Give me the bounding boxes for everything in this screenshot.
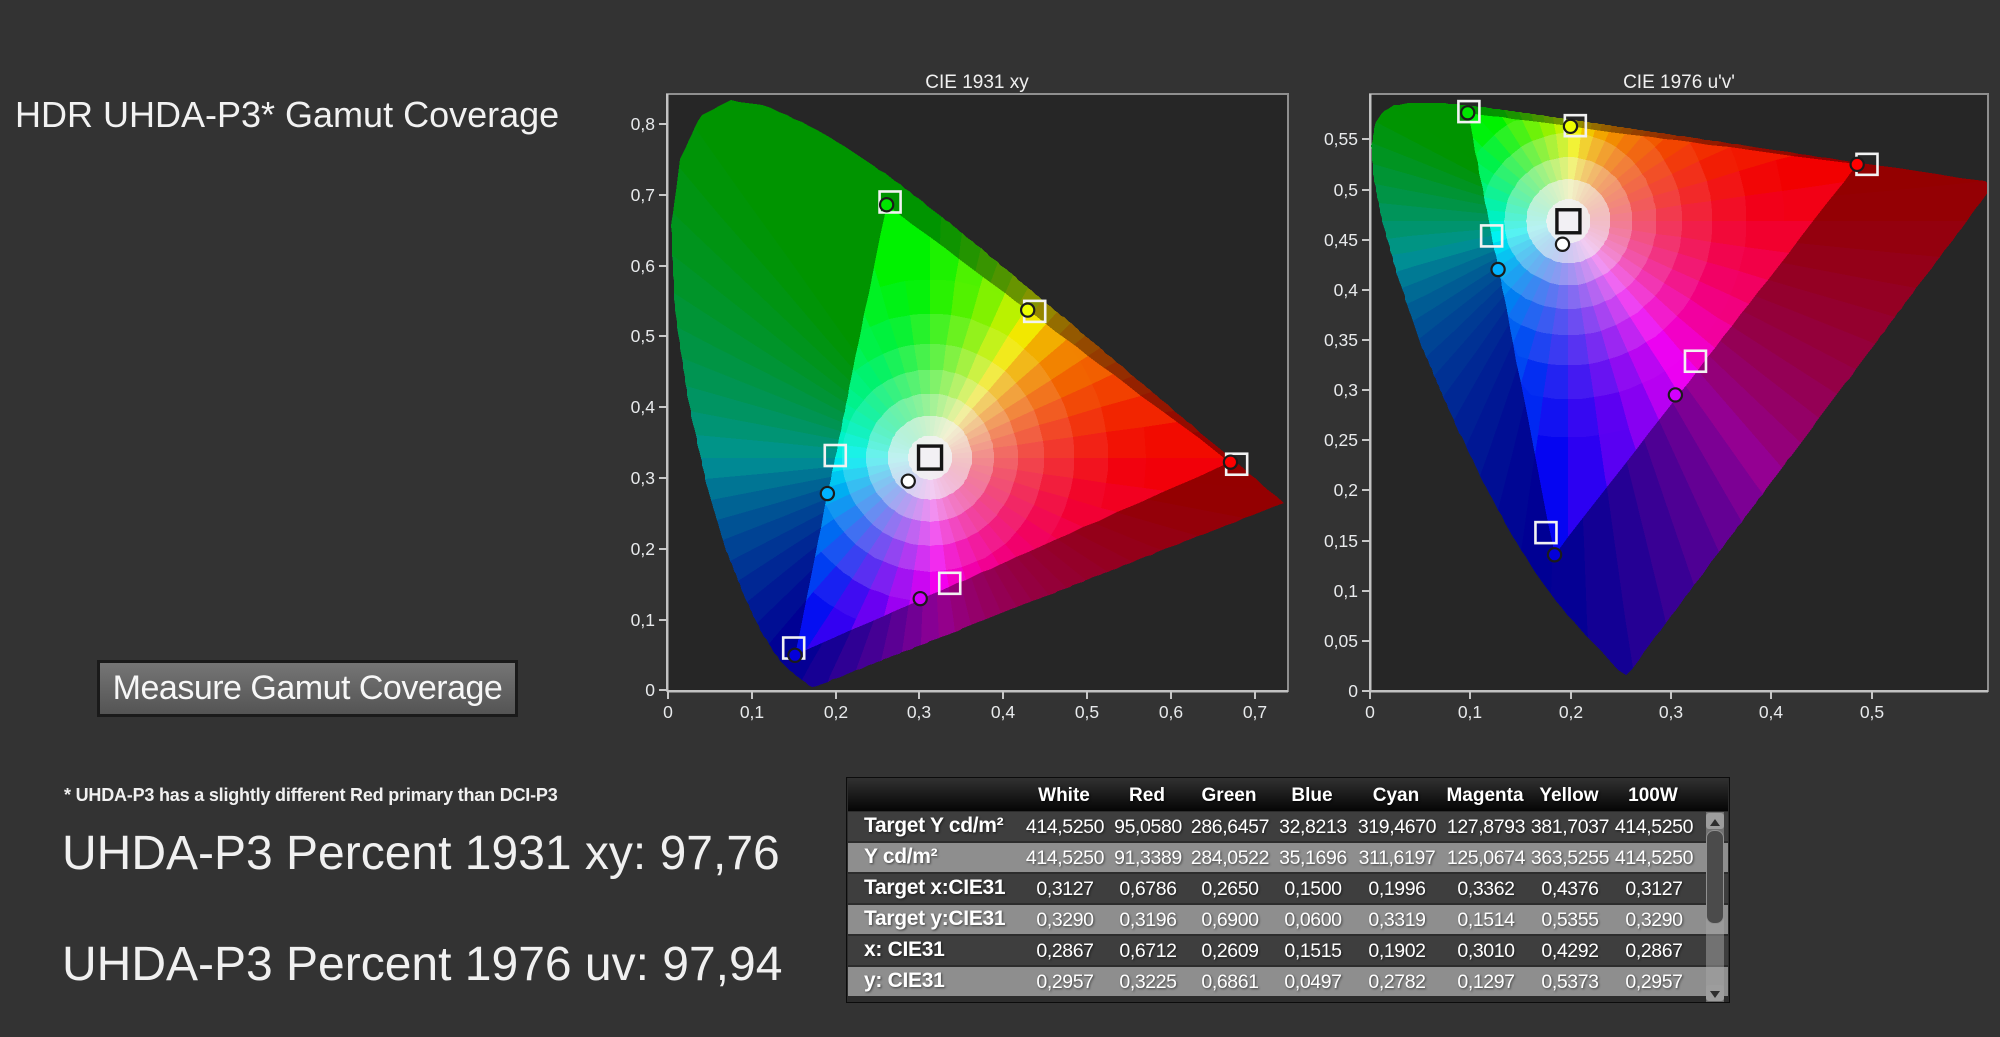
svg-text:0,3: 0,3: [631, 468, 655, 488]
svg-text:0,6: 0,6: [1159, 702, 1183, 722]
svg-text:0,15: 0,15: [1324, 531, 1358, 551]
svg-text:0,45: 0,45: [1324, 230, 1358, 250]
svg-text:CIE 1931 xy: CIE 1931 xy: [925, 72, 1029, 93]
svg-text:0,5: 0,5: [1860, 702, 1884, 722]
svg-text:0,1: 0,1: [1458, 702, 1482, 722]
svg-text:0,6: 0,6: [631, 256, 655, 276]
svg-text:0,35: 0,35: [1324, 330, 1358, 350]
svg-text:0,05: 0,05: [1324, 631, 1358, 651]
svg-text:0,55: 0,55: [1324, 129, 1358, 149]
svg-text:0,5: 0,5: [1334, 180, 1358, 200]
svg-text:0,4: 0,4: [1334, 280, 1359, 300]
svg-text:0,5: 0,5: [1075, 702, 1099, 722]
svg-text:0,2: 0,2: [1559, 702, 1583, 722]
svg-text:0,2: 0,2: [1334, 480, 1358, 500]
svg-text:0,1: 0,1: [1334, 581, 1358, 601]
svg-text:0,5: 0,5: [631, 326, 655, 346]
svg-text:0: 0: [1365, 702, 1375, 722]
svg-text:0,3: 0,3: [1659, 702, 1683, 722]
svg-text:0,4: 0,4: [631, 397, 656, 417]
svg-text:0: 0: [663, 702, 673, 722]
svg-text:0: 0: [645, 680, 655, 700]
svg-text:0: 0: [1348, 681, 1358, 701]
svg-text:0,4: 0,4: [1759, 702, 1784, 722]
svg-text:0,8: 0,8: [631, 114, 655, 134]
svg-text:0,1: 0,1: [740, 702, 764, 722]
svg-text:CIE 1976 u'v': CIE 1976 u'v': [1623, 72, 1735, 93]
svg-text:0,4: 0,4: [991, 702, 1016, 722]
svg-text:0,25: 0,25: [1324, 430, 1358, 450]
svg-text:0,7: 0,7: [631, 185, 655, 205]
svg-text:0,2: 0,2: [824, 702, 848, 722]
svg-text:0,7: 0,7: [1243, 702, 1267, 722]
svg-text:0,2: 0,2: [631, 539, 655, 559]
svg-text:0,1: 0,1: [631, 610, 655, 630]
svg-text:0,3: 0,3: [907, 702, 931, 722]
svg-text:0,3: 0,3: [1334, 380, 1358, 400]
